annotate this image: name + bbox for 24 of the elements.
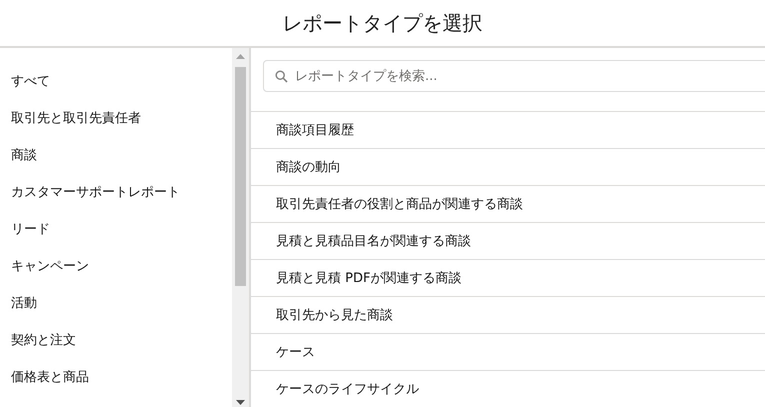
report-type-item[interactable]: 見積と見積品目名が関連する商談: [251, 223, 765, 260]
category-item[interactable]: リード: [0, 210, 232, 247]
report-type-item[interactable]: 見積と見積 PDFが関連する商談: [251, 260, 765, 297]
category-item[interactable]: 価格表と商品: [0, 358, 232, 395]
category-item[interactable]: 活動: [0, 284, 232, 321]
report-type-item[interactable]: 取引先責任者の役割と商品が関連する商談: [251, 186, 765, 223]
scroll-down-icon[interactable]: [236, 400, 245, 405]
report-type-item[interactable]: ケース: [251, 334, 765, 371]
category-item[interactable]: カスタマーサポートレポート: [0, 173, 232, 210]
report-type-item[interactable]: 商談項目履歴: [251, 112, 765, 149]
category-item[interactable]: すべて: [0, 62, 232, 99]
search-field[interactable]: レポートタイプを検索...: [263, 60, 765, 92]
category-item[interactable]: キャンペーン: [0, 247, 232, 284]
report-type-item[interactable]: 取引先から見た商談: [251, 297, 765, 334]
search-icon: [275, 70, 288, 83]
scrollbar-thumb[interactable]: [235, 67, 246, 286]
report-type-item[interactable]: ケースのライフサイクル: [251, 371, 765, 407]
category-item[interactable]: 商談: [0, 136, 232, 173]
category-item[interactable]: 契約と注文: [0, 321, 232, 358]
dialog-title: レポートタイプを選択: [282, 10, 482, 36]
category-item[interactable]: 取引先と取引先責任者: [0, 99, 232, 136]
scrollbar[interactable]: [232, 48, 249, 407]
scroll-up-icon[interactable]: [236, 54, 245, 59]
report-type-item[interactable]: 商談の動向: [251, 149, 765, 186]
